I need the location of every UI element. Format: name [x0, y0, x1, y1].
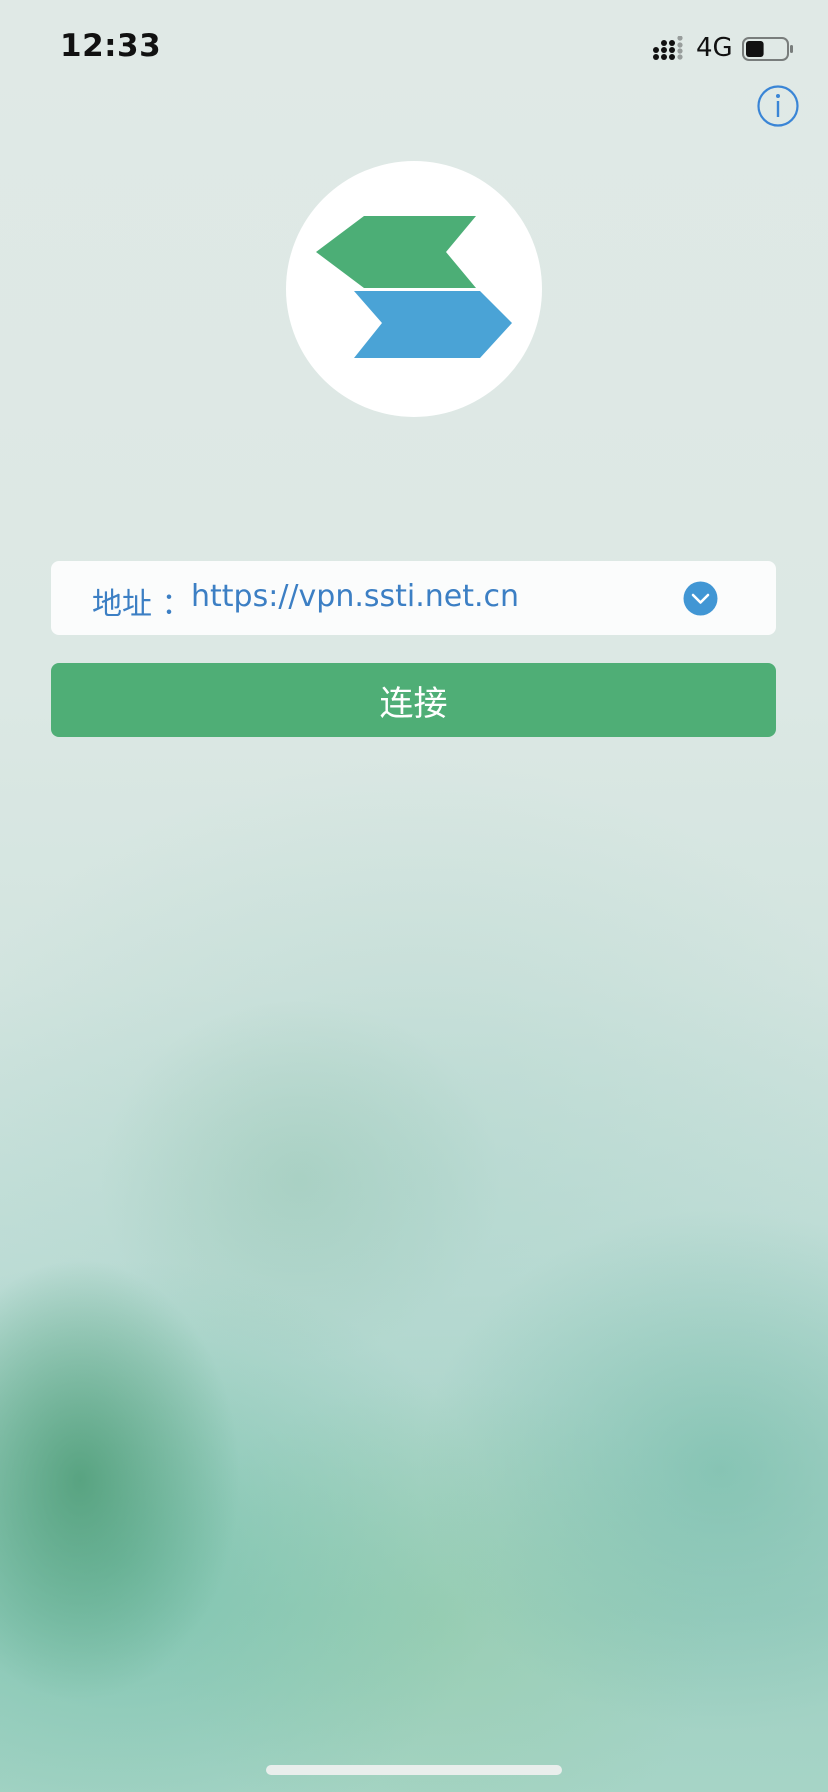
status-time: 12:33	[60, 28, 162, 64]
network-type: 4G	[696, 33, 733, 63]
logo-green-chevron	[316, 216, 476, 288]
address-field[interactable]: 地址 ： https://vpn.ssti.net.cn	[51, 561, 776, 635]
cellular-signal-icon	[653, 36, 683, 60]
battery-icon	[742, 37, 793, 61]
info-icon[interactable]	[756, 84, 800, 128]
address-value[interactable]: https://vpn.ssti.net.cn	[191, 579, 519, 614]
chevron-down-icon[interactable]	[683, 581, 718, 616]
logo-blue-chevron	[354, 291, 512, 358]
address-label: 地址 ：	[92, 587, 192, 622]
home-indicator[interactable]	[266, 1765, 562, 1775]
connect-button[interactable]: 连接	[51, 663, 776, 737]
logo-mark	[316, 216, 512, 358]
app-logo	[286, 161, 542, 417]
